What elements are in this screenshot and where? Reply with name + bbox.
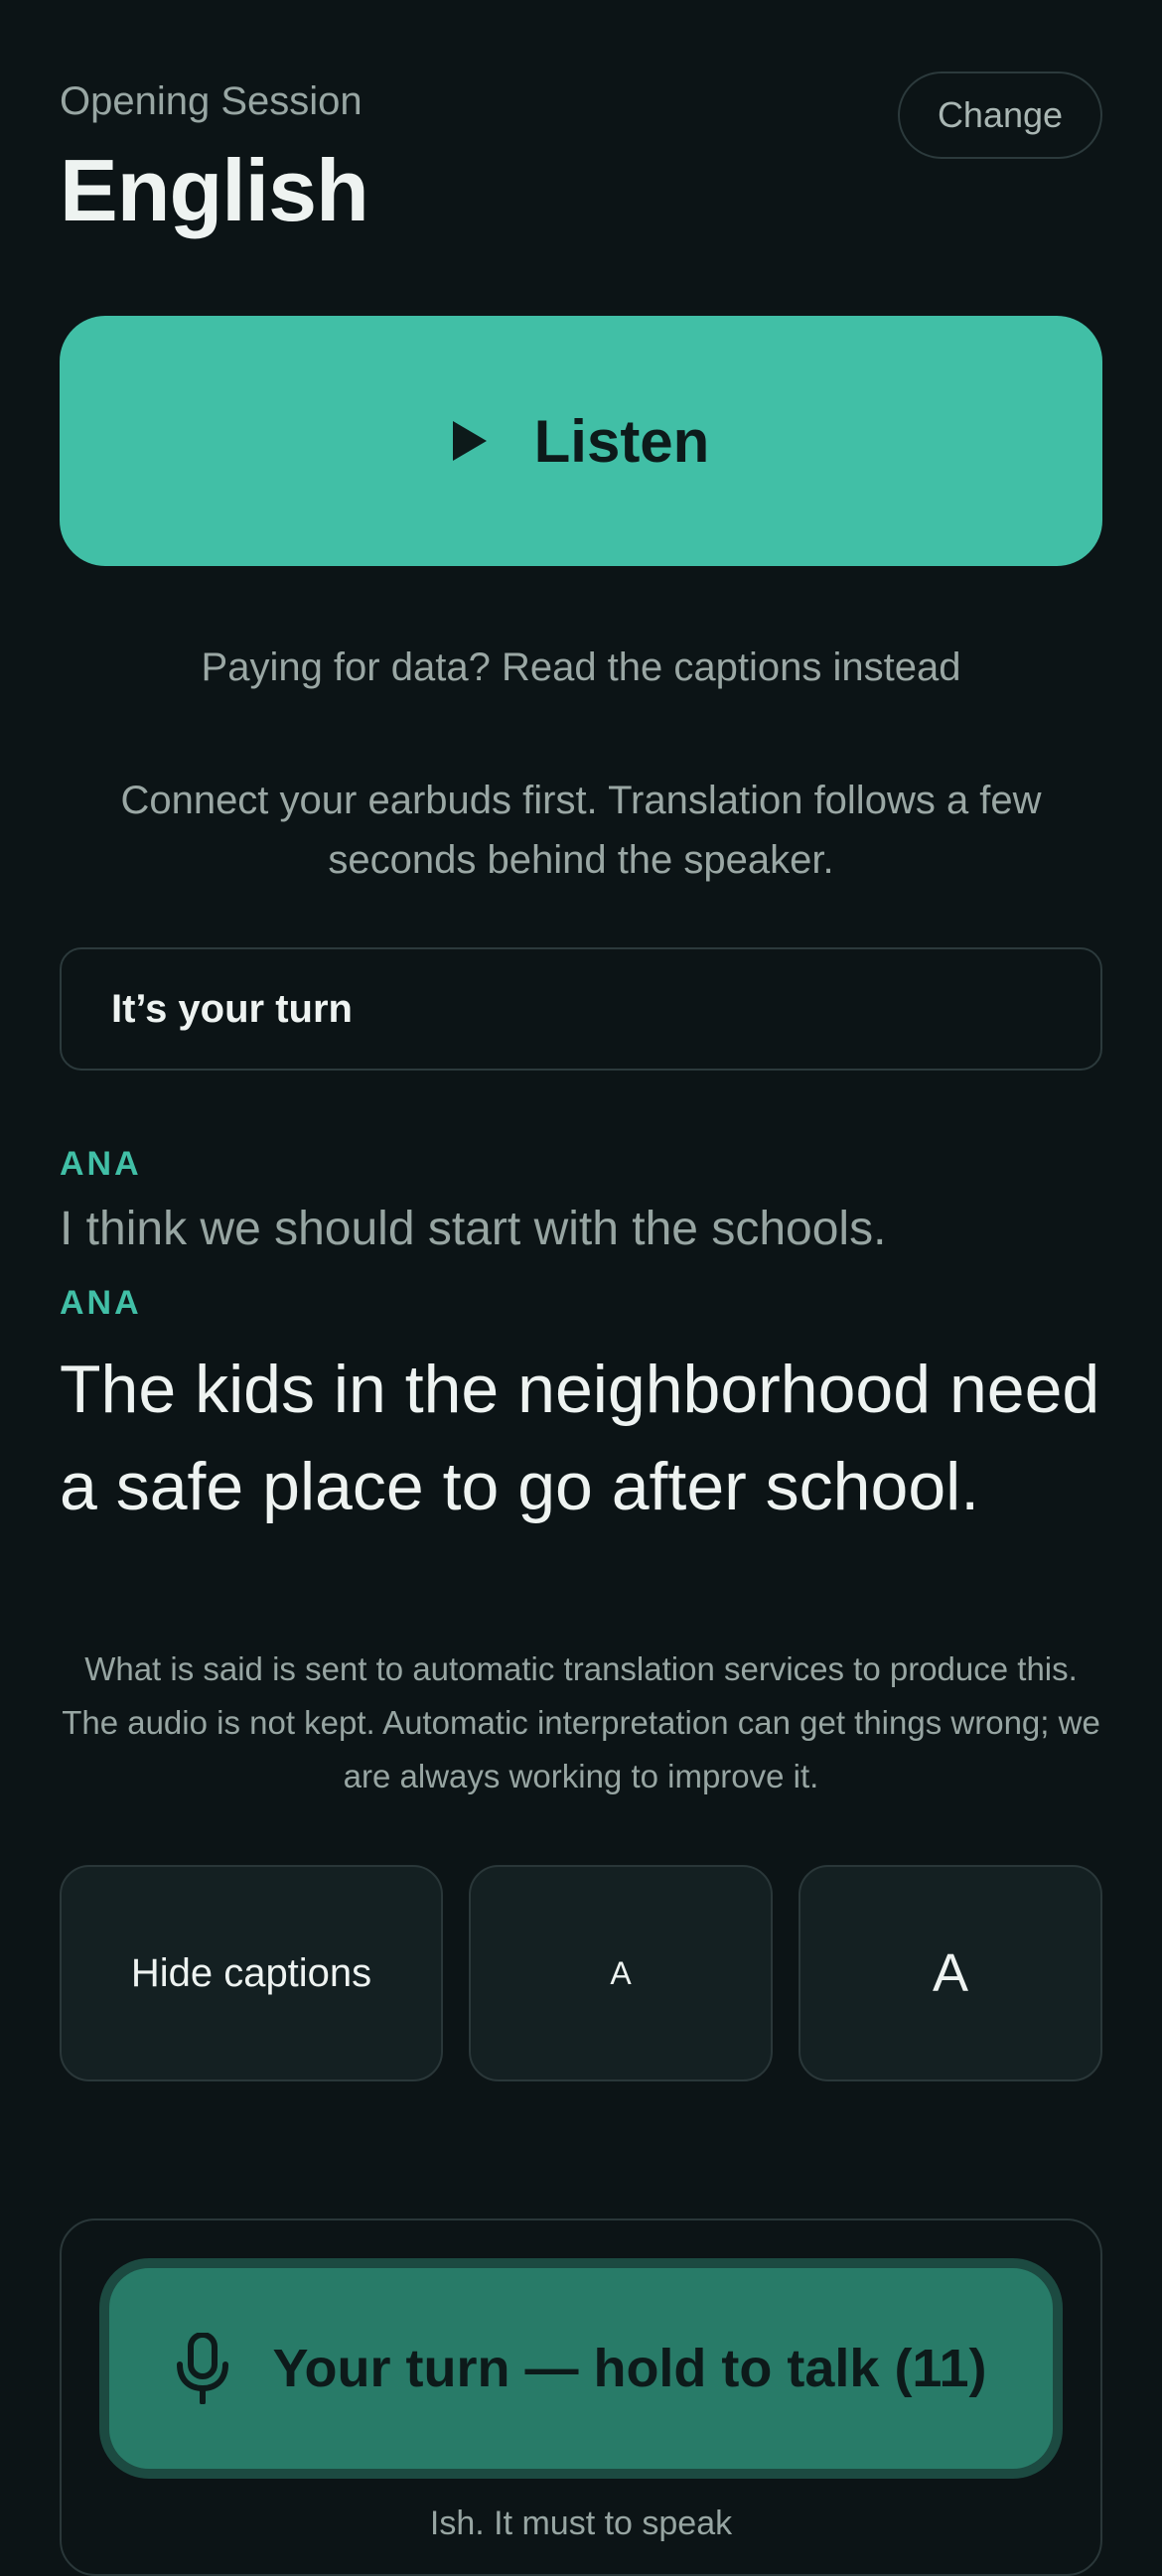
previous-caption: I think we should start with the schools… <box>60 1203 887 1255</box>
session-screen: Opening Session English Change Listen Pa… <box>0 0 1162 2514</box>
increase-text-size-button[interactable]: A <box>799 1865 1102 2081</box>
change-language-button[interactable]: Change <box>898 72 1102 159</box>
microphone-icon <box>175 2333 230 2404</box>
hold-to-talk-button[interactable]: Your turn — hold to talk (11) <box>99 2258 1063 2479</box>
captions-area: ANA I think we should start with the sch… <box>60 1144 1102 1535</box>
hold-to-talk-label: Your turn — hold to talk (11) <box>272 2339 987 2398</box>
earbuds-note: Connect your earbuds first. Translation … <box>120 779 1042 882</box>
turn-status-box: It’s your turn <box>60 947 1102 1071</box>
listen-button[interactable]: Listen <box>60 316 1102 566</box>
caption-controls: Hide captions A A <box>60 1865 1102 2081</box>
read-captions-link[interactable]: Paying for data? Read the captions inste… <box>60 642 1102 693</box>
hide-captions-button[interactable]: Hide captions <box>60 1865 443 2081</box>
current-caption: The kids in the neighborhood need a safe… <box>60 1352 1100 1524</box>
talk-panel: Your turn — hold to talk (11) Ish. It mu… <box>60 2218 1102 2576</box>
header: Opening Session English Change <box>60 0 1102 316</box>
speaker-name: ANA <box>60 1284 142 1322</box>
translation-disclaimer: What is said is sent to automatic transl… <box>62 1650 1100 1794</box>
speaker-name: ANA <box>60 1145 142 1183</box>
play-icon <box>452 421 487 461</box>
turn-status-text: It’s your turn <box>111 986 353 1031</box>
decrease-text-size-button[interactable]: A <box>469 1865 773 2081</box>
talk-hint: Ish. It must to speak <box>429 2504 733 2542</box>
listen-label: Listen <box>533 407 710 475</box>
